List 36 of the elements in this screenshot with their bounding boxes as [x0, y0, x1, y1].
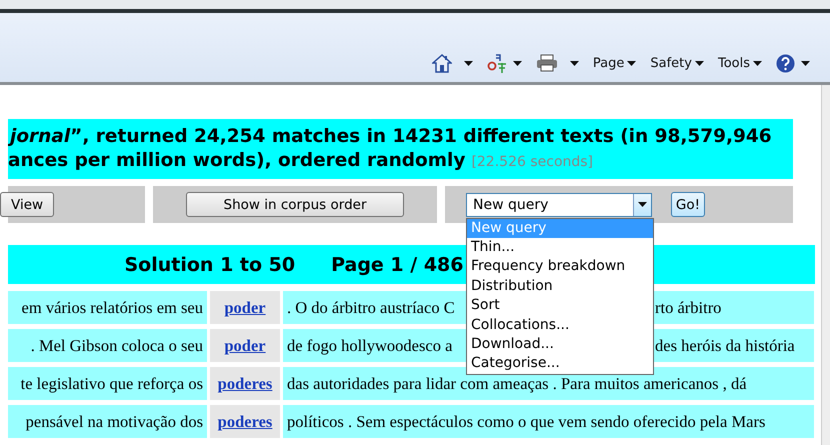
- caret-icon: [694, 60, 704, 66]
- caret-icon: [570, 60, 579, 66]
- scrollbar[interactable]: [821, 85, 830, 445]
- help-icon: [776, 54, 795, 72]
- view-button[interactable]: View: [0, 192, 54, 217]
- menu-button[interactable]: Tools: [716, 52, 764, 74]
- menu-button[interactable]: Safety: [648, 52, 706, 74]
- menu-button[interactable]: Page: [590, 52, 638, 74]
- left-context: . Mel Gibson coloca o seu: [8, 329, 207, 362]
- caret-icon: [512, 60, 522, 66]
- right-context: de fogo hollywoodesco a: [287, 336, 452, 354]
- solution-range: Solution 1 to 50: [124, 254, 296, 276]
- right-context: des heróis da história: [655, 336, 795, 356]
- search-summary: jornal”, returned 24,254 matches in 14231 different texts (in 98,579,946 ances per million words), ordered randomly [22.526 seconds]: [8, 119, 793, 179]
- page-count: Page 1 / 486: [331, 254, 464, 276]
- translate-icon: [486, 53, 507, 73]
- caret-icon: [627, 60, 636, 66]
- toolbar-button[interactable]: [430, 52, 475, 74]
- left-context: te legislativo que reforça os: [8, 367, 207, 400]
- right-context: rto árbitro: [655, 298, 722, 318]
- timing-text: [22.526 seconds]: [471, 153, 594, 172]
- right-context: políticos . Sem espectáculos como o que vem sendo oferecido pela Mars: [287, 412, 766, 432]
- help-button[interactable]: [774, 52, 812, 74]
- caret-icon: [753, 60, 762, 66]
- right-context: das autoridades para lidar com ameaças . Para muitos americanos , dá: [287, 374, 747, 394]
- printer-icon: [536, 54, 558, 72]
- caret-icon: [464, 60, 473, 66]
- home-icon: [432, 54, 452, 72]
- left-context: pensável na motivação dos: [8, 405, 207, 438]
- toolbar-button[interactable]: [484, 52, 524, 74]
- corpus-order-button[interactable]: Show in corpus order: [186, 192, 404, 217]
- left-context: em vários relatórios em seu: [8, 291, 207, 324]
- right-context: . O do árbitro austríaco C: [287, 298, 455, 316]
- caret-icon: [638, 202, 647, 207]
- caret-icon: [801, 60, 810, 66]
- go-button[interactable]: Go!: [671, 192, 705, 217]
